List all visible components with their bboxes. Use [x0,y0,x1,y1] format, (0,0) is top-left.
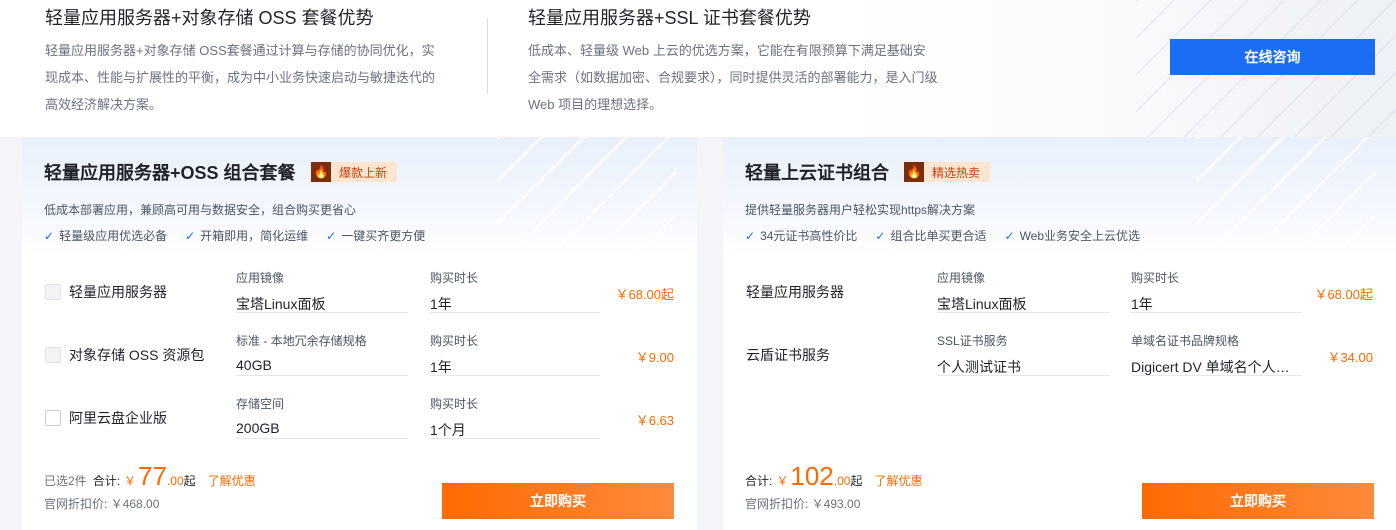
official-price: 官网折扣价: ￥468.00 [44,497,160,511]
feature-item: ✓ 开箱即用，简化运维 [185,228,309,244]
feature-item: ✓ 组合比单买更合适 [875,228,987,244]
cert-brand-field[interactable]: 单域名证书品牌规格 Digicert DV 单域名个人… [1131,326,1301,376]
row-price: ￥68.00起 [615,287,674,302]
product-row: 轻量应用服务器 应用镜像 宝塔Linux面板 购买时长 1年 ￥68.00起 [22,263,697,326]
row-price: ￥6.63 [635,413,674,428]
fire-icon: 🔥 [311,162,331,182]
oss-bundle-card: 轻量应用服务器+OSS 组合套餐 🔥 爆款上新 低成本部署应用，兼顾高可用与数据… [22,137,697,530]
row-checkbox[interactable] [45,410,61,426]
product-row: 阿里云盘企业版 存储空间 200GB 购买时长 1个月 ￥6.63 [22,389,697,452]
ssl-advantage: 轻量应用服务器+SSL 证书套餐优势 低成本、轻量级 Web 上云的优选方案，它… [528,0,938,118]
online-consult-button[interactable]: 在线咨询 [1170,39,1375,75]
feature-item: ✓ Web业务安全上云优选 [1004,228,1141,244]
product-name: 轻量应用服务器 [746,284,844,300]
check-icon: ✓ [875,228,886,243]
total-price: 合计: ￥ 102 .00 起 了解优惠 [745,461,923,491]
feature-item: ✓ 34元证书高性价比 [745,228,858,244]
row-price: ￥34.00 [1327,350,1373,365]
duration-field[interactable]: 购买时长 1个月 [430,389,600,439]
image-field[interactable]: 应用镜像 宝塔Linux面板 [937,263,1109,313]
ssl-advantage-title: 轻量应用服务器+SSL 证书套餐优势 [528,8,811,28]
oss-advantage-title: 轻量应用服务器+对象存储 OSS 套餐优势 [45,8,374,28]
image-field[interactable]: 应用镜像 宝塔Linux面板 [236,263,408,313]
advantage-banner: 轻量应用服务器+对象存储 OSS 套餐优势 轻量应用服务器+对象存储 OSS套餐… [0,0,1396,137]
selected-count: 已选2件 [44,474,87,488]
check-icon: ✓ [44,228,55,243]
card-subtitle: 低成本部署应用，兼顾高可用与数据安全，组合购买更省心 [44,203,357,217]
buy-now-button[interactable]: 立即购买 [442,483,674,519]
oss-advantage: 轻量应用服务器+对象存储 OSS 套餐优势 轻量应用服务器+对象存储 OSS套餐… [45,0,445,118]
feature-list: ✓ 轻量级应用优选必备 ✓ 开箱即用，简化运维 ✓ 一键买齐更方便 [44,227,443,244]
card-title: 轻量应用服务器+OSS 组合套餐 [44,163,296,183]
duration-field[interactable]: 购买时长 1年 [430,326,600,376]
storage-space-field[interactable]: 存储空间 200GB [236,389,408,439]
feature-item: ✓ 一键买齐更方便 [326,228,426,244]
hot-new-badge: 🔥 爆款上新 [311,162,398,182]
total-price: 已选2件 合计: ￥ 77 .00 起 了解优惠 [44,461,256,491]
discount-info-link[interactable]: 了解优惠 [874,472,922,489]
row-checkbox[interactable] [45,284,61,300]
card-subtitle: 提供轻量服务器用户轻松实现https解决方案 [745,203,976,217]
ssl-service-field[interactable]: SSL证书服务 个人测试证书 [937,326,1109,376]
duration-field[interactable]: 购买时长 1年 [430,263,600,313]
product-name: 轻量应用服务器 [69,284,167,300]
product-row: 云盾证书服务 SSL证书服务 个人测试证书 单域名证书品牌规格 Digicert… [723,326,1396,389]
ssl-advantage-desc: 低成本、轻量级 Web 上云的优选方案，它能在有限预算下满足基础安全需求（如数据… [528,43,938,112]
check-icon: ✓ [745,228,756,243]
duration-field[interactable]: 购买时长 1年 [1131,263,1301,313]
check-icon: ✓ [326,228,337,243]
check-icon: ✓ [1004,228,1015,243]
product-name: 对象存储 OSS 资源包 [69,347,205,363]
fire-icon: 🔥 [904,162,924,182]
discount-info-link[interactable]: 了解优惠 [208,472,256,489]
hot-sale-badge: 🔥 精选热卖 [904,162,991,182]
banner-divider [487,18,488,94]
row-price: ￥68.00起 [1314,287,1373,302]
product-row: 对象存储 OSS 资源包 标准 - 本地冗余存储规格 40GB 购买时长 1年 … [22,326,697,389]
card-title: 轻量上云证书组合 [745,163,889,183]
row-checkbox[interactable] [45,347,61,363]
feature-item: ✓ 轻量级应用优选必备 [44,228,168,244]
storage-spec-field[interactable]: 标准 - 本地冗余存储规格 40GB [236,326,408,376]
check-icon: ✓ [185,228,196,243]
product-name: 阿里云盘企业版 [69,410,167,426]
official-price: 官网折扣价: ￥493.00 [745,497,861,511]
oss-advantage-desc: 轻量应用服务器+对象存储 OSS套餐通过计算与存储的协同优化，实现成本、性能与扩… [45,43,436,112]
product-name: 云盾证书服务 [746,347,830,363]
product-row: 轻量应用服务器 应用镜像 宝塔Linux面板 购买时长 1年 ￥68.00起 [723,263,1396,326]
row-price: ￥9.00 [635,350,674,365]
feature-list: ✓ 34元证书高性价比 ✓ 组合比单买更合适 ✓ Web业务安全上云优选 [745,227,1158,244]
ssl-bundle-card: 轻量上云证书组合 🔥 精选热卖 提供轻量服务器用户轻松实现https解决方案 ✓… [723,137,1396,530]
buy-now-button[interactable]: 立即购买 [1142,483,1374,519]
